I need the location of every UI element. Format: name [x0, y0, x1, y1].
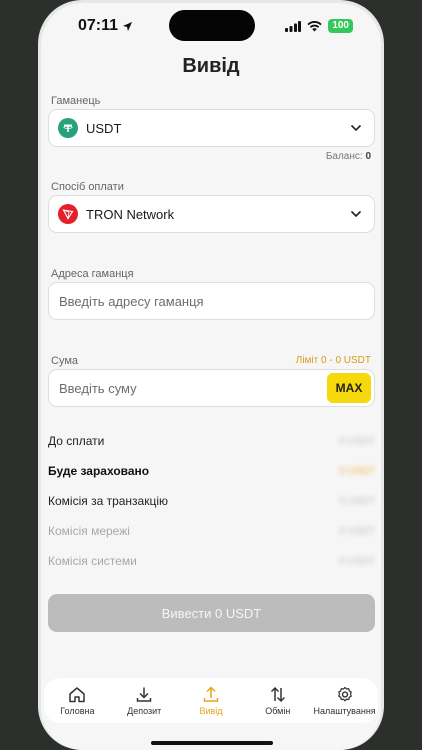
summary-row-system-fee: Комісія системи 0 USDT [48, 554, 375, 568]
amount-limit: Ліміт 0 - 0 USDT [295, 355, 371, 366]
status-icons: 100 [285, 19, 353, 33]
address-label: Адреса гаманця [51, 268, 134, 280]
signal-icon [285, 20, 302, 32]
usdt-icon [58, 118, 78, 138]
wallet-balance: Баланс: 0 [325, 151, 371, 162]
status-time: 07:11 [78, 17, 133, 35]
withdraw-button[interactable]: Вивести 0 USDT [48, 594, 375, 632]
address-field [48, 282, 375, 320]
gear-icon [337, 686, 352, 701]
tab-deposit[interactable]: Депозит [112, 686, 176, 716]
page-title: Вивід [182, 55, 240, 77]
home-icon [69, 686, 86, 702]
battery-icon: 100 [328, 19, 353, 33]
payment-label: Спосіб оплати [51, 181, 124, 193]
tab-withdraw[interactable]: Вивід [179, 685, 243, 716]
tab-exchange[interactable]: Обмін [246, 686, 310, 716]
dynamic-island [169, 10, 255, 41]
chevron-down-icon [350, 210, 362, 218]
download-icon [136, 687, 152, 702]
location-arrow-icon [122, 21, 133, 31]
max-button[interactable]: MAX [327, 373, 371, 403]
phone-frame: 07:11 100 Вивід Гаманець USDT Баланс: 0 … [38, 0, 384, 750]
tab-settings[interactable]: Налаштування [313, 686, 377, 716]
summary-row-network-fee: Комісія мережі 0 USDT [48, 524, 375, 538]
amount-field: MAX [48, 369, 375, 407]
home-indicator [151, 741, 273, 745]
payment-select[interactable]: TRON Network [48, 195, 375, 233]
status-bar: 07:11 100 [41, 3, 381, 51]
swap-icon [270, 686, 285, 702]
chevron-down-icon [350, 124, 362, 132]
wallet-select[interactable]: USDT [48, 109, 375, 147]
summary-row-credited: Буде зараховано 0 USDT [48, 464, 375, 478]
wifi-icon [307, 20, 322, 31]
bottom-tab-bar: Головна Депозит Вивід Обмін Налаштування [44, 678, 378, 723]
tron-icon [58, 204, 78, 224]
wallet-label: Гаманець [51, 95, 101, 107]
amount-input[interactable] [49, 380, 327, 396]
wallet-value: USDT [86, 120, 122, 136]
payment-value: TRON Network [86, 206, 175, 222]
tab-home[interactable]: Головна [45, 686, 109, 716]
summary-row-to-pay: До сплати 0 USDT [48, 434, 375, 448]
upload-icon [203, 685, 219, 702]
app-screen: 07:11 100 Вивід Гаманець USDT Баланс: 0 … [41, 3, 381, 750]
address-input[interactable] [49, 293, 374, 309]
amount-label: Сума [51, 355, 79, 367]
summary-row-tx-fee: Комісія за транзакцію 0 USDT [48, 494, 375, 508]
